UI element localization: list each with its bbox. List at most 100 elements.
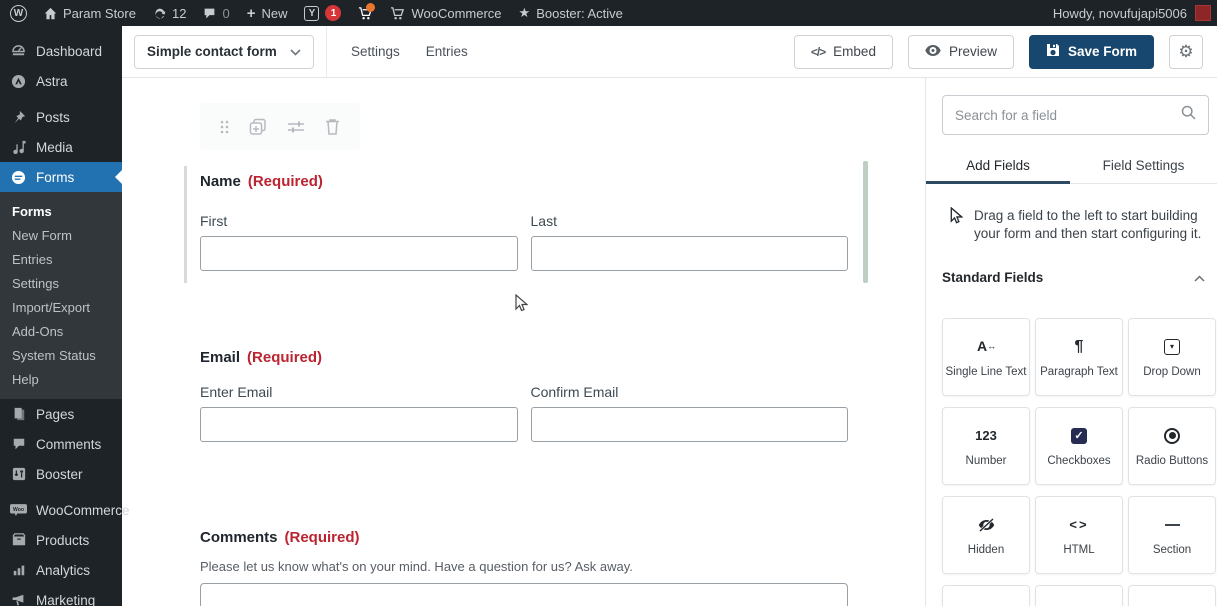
- promo-dot-icon: [366, 3, 375, 12]
- number-123-icon: 123: [975, 426, 997, 446]
- submenu-item-forms[interactable]: Forms: [0, 199, 122, 223]
- sidebar-item-marketing[interactable]: Marketing: [0, 585, 122, 606]
- cursor-arrow-icon: [950, 207, 963, 243]
- field-label-name: Name: [200, 173, 241, 190]
- field-label-comments: Comments: [200, 529, 278, 546]
- eye-icon: [925, 44, 941, 59]
- standard-fields-header[interactable]: Standard Fields: [942, 270, 1209, 285]
- sidebar-item-label: Marketing: [36, 593, 95, 606]
- field-search[interactable]: [942, 95, 1209, 135]
- field-button-checkboxes[interactable]: ✓ Checkboxes: [1035, 407, 1123, 485]
- delete-field-trash-icon[interactable]: [325, 118, 340, 135]
- field-button-partial[interactable]: [1035, 585, 1123, 606]
- drag-hint: Drag a field to the left to start buildi…: [942, 207, 1209, 243]
- sidebar-item-booster[interactable]: Booster: [0, 459, 122, 489]
- sidebar-item-label: Posts: [36, 110, 70, 125]
- sidebar-item-media[interactable]: Media: [0, 132, 122, 162]
- first-name-input[interactable]: [200, 236, 518, 271]
- booster-status-menu[interactable]: ★ Booster: Active: [519, 5, 623, 21]
- checkbox-icon: ✓: [1071, 426, 1087, 446]
- duplicate-field-icon[interactable]: [249, 118, 267, 136]
- form-field-email[interactable]: Email(Required) Enter Email Confirm Emai…: [184, 349, 866, 442]
- enter-email-input[interactable]: [200, 407, 518, 442]
- field-button-html[interactable]: <> HTML: [1035, 496, 1123, 574]
- site-name-link[interactable]: Param Store: [44, 6, 136, 21]
- form-field-comments[interactable]: Comments(Required) Please let us know wh…: [184, 529, 866, 606]
- updates-menu[interactable]: 12: [153, 6, 186, 21]
- sidebar-item-posts[interactable]: Posts: [0, 102, 122, 132]
- submenu-item-system-status[interactable]: System Status: [0, 343, 122, 367]
- field-button-radio-buttons[interactable]: Radio Buttons: [1128, 407, 1216, 485]
- toolbar-divider: [326, 26, 327, 78]
- sidebar-item-comments[interactable]: Comments: [0, 429, 122, 459]
- submenu-item-import-export[interactable]: Import/Export: [0, 295, 122, 319]
- woocommerce-menu[interactable]: WooCommerce: [390, 6, 501, 21]
- sidebar-item-woocommerce[interactable]: Woo WooCommerce: [0, 495, 122, 525]
- drag-handle-icon[interactable]: [220, 120, 229, 134]
- tab-field-settings[interactable]: Field Settings: [1070, 147, 1217, 183]
- form-editor-toolbar: Simple contact form Settings Entries </>…: [122, 26, 1217, 78]
- comments-icon: [10, 437, 27, 451]
- yoast-seo-menu[interactable]: Y 1: [304, 5, 341, 21]
- admin-sidebar: Dashboard Astra Posts Media Forms Forms …: [0, 26, 122, 606]
- field-button-partial[interactable]: [942, 585, 1030, 606]
- astra-icon: [10, 74, 27, 89]
- form-settings-gear-button[interactable]: ⚙: [1169, 35, 1203, 69]
- preview-button[interactable]: Preview: [908, 35, 1014, 69]
- submenu-item-settings[interactable]: Settings: [0, 271, 122, 295]
- embed-button[interactable]: </> Embed: [794, 35, 893, 69]
- field-button-number[interactable]: 123 Number: [942, 407, 1030, 485]
- submenu-item-add-ons[interactable]: Add-Ons: [0, 319, 122, 343]
- field-button-hidden[interactable]: Hidden: [942, 496, 1030, 574]
- field-settings-sliders-icon[interactable]: [287, 120, 305, 134]
- field-button-single-line-text[interactable]: A↔ Single Line Text: [942, 318, 1030, 396]
- radio-button-icon: [1164, 426, 1180, 446]
- field-label-email: Email: [200, 349, 240, 366]
- form-field-name[interactable]: Name(Required) First Last: [184, 163, 866, 286]
- sidebar-item-forms[interactable]: Forms: [0, 162, 122, 192]
- chevron-up-icon: [1194, 270, 1205, 285]
- field-button-paragraph-text[interactable]: ¶ Paragraph Text: [1035, 318, 1123, 396]
- search-input[interactable]: [955, 108, 1181, 123]
- active-tab-underline: [926, 181, 1070, 184]
- products-icon: [10, 533, 27, 547]
- save-form-button[interactable]: Save Form: [1029, 35, 1154, 69]
- required-indicator: (Required): [285, 529, 360, 546]
- dashboard-icon: [10, 44, 27, 59]
- howdy-account-menu[interactable]: Howdy, novufujapi5006: [1053, 6, 1187, 21]
- wordpress-logo-menu[interactable]: W: [10, 5, 27, 22]
- form-switcher-dropdown[interactable]: Simple contact form: [134, 35, 314, 69]
- field-button-drop-down[interactable]: ▾ Drop Down: [1128, 318, 1216, 396]
- wordpress-logo-icon: W: [10, 5, 27, 22]
- submenu-item-entries[interactable]: Entries: [0, 247, 122, 271]
- paragraph-icon: ¶: [1075, 337, 1084, 357]
- sidebar-item-pages[interactable]: Pages: [0, 399, 122, 429]
- confirm-email-input[interactable]: [531, 407, 849, 442]
- updates-count: 12: [172, 6, 186, 21]
- media-icon: [10, 140, 27, 154]
- user-avatar[interactable]: [1195, 5, 1211, 21]
- field-button-partial[interactable]: [1128, 585, 1216, 606]
- tab-add-fields[interactable]: Add Fields: [926, 147, 1070, 183]
- booster-icon: [10, 467, 27, 481]
- comments-menu[interactable]: 0: [203, 6, 229, 21]
- tab-entries[interactable]: Entries: [426, 44, 468, 59]
- new-content-menu[interactable]: + New: [247, 6, 288, 21]
- search-icon: [1181, 105, 1196, 125]
- tab-settings[interactable]: Settings: [351, 44, 400, 59]
- sidebar-item-label: Comments: [36, 437, 101, 452]
- field-button-section[interactable]: Section: [1128, 496, 1216, 574]
- sub-label-last: Last: [531, 213, 849, 229]
- sidebar-item-analytics[interactable]: Analytics: [0, 555, 122, 585]
- sidebar-item-dashboard[interactable]: Dashboard: [0, 36, 122, 66]
- comments-textarea[interactable]: [200, 583, 848, 606]
- hidden-eye-slash-icon: [977, 515, 996, 535]
- cart-promo-menu[interactable]: [358, 6, 373, 21]
- submenu-item-help[interactable]: Help: [0, 367, 122, 391]
- standard-fields-title: Standard Fields: [942, 270, 1043, 285]
- sub-label-confirm-email: Confirm Email: [531, 384, 849, 400]
- sidebar-item-astra[interactable]: Astra: [0, 66, 122, 96]
- last-name-input[interactable]: [531, 236, 849, 271]
- sidebar-item-products[interactable]: Products: [0, 525, 122, 555]
- submenu-item-new-form[interactable]: New Form: [0, 223, 122, 247]
